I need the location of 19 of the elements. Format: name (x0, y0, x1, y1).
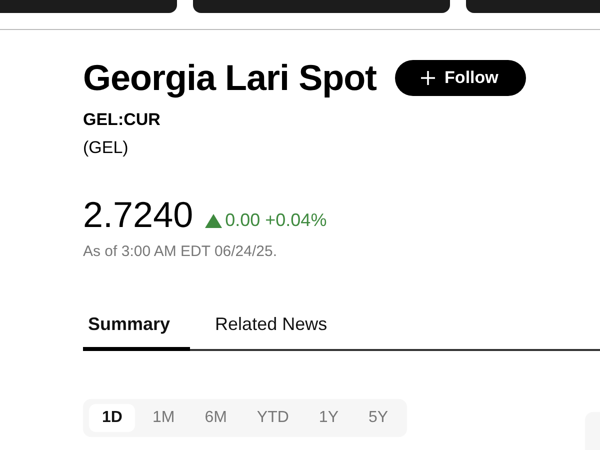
page-title: Georgia Lari Spot (83, 56, 377, 100)
tab[interactable]: Summary (83, 314, 190, 351)
range-button[interactable]: 6M (192, 404, 240, 432)
timestamp-text: As of 3:00 AM EDT 06/24/25. (83, 243, 278, 260)
range-button[interactable]: 1Y (306, 404, 352, 432)
ticker-symbol: GEL:CUR (83, 110, 162, 130)
nav-pill[interactable] (193, 0, 450, 13)
currency-code: (GEL) (83, 138, 130, 158)
plus-icon (420, 71, 435, 85)
range-button[interactable]: 1D (89, 404, 136, 432)
tab[interactable]: Related News (210, 314, 332, 351)
price-change: 0.00 +0.04% (205, 210, 327, 234)
price-value: 2.7240 (83, 196, 194, 234)
range-button[interactable]: 5Y (356, 404, 402, 432)
range-button[interactable]: YTD (244, 404, 302, 432)
follow-button[interactable]: Follow (394, 60, 526, 96)
range-button[interactable]: 1M (139, 404, 188, 432)
nav-pill[interactable] (0, 0, 177, 13)
nav-pill[interactable] (466, 0, 600, 13)
